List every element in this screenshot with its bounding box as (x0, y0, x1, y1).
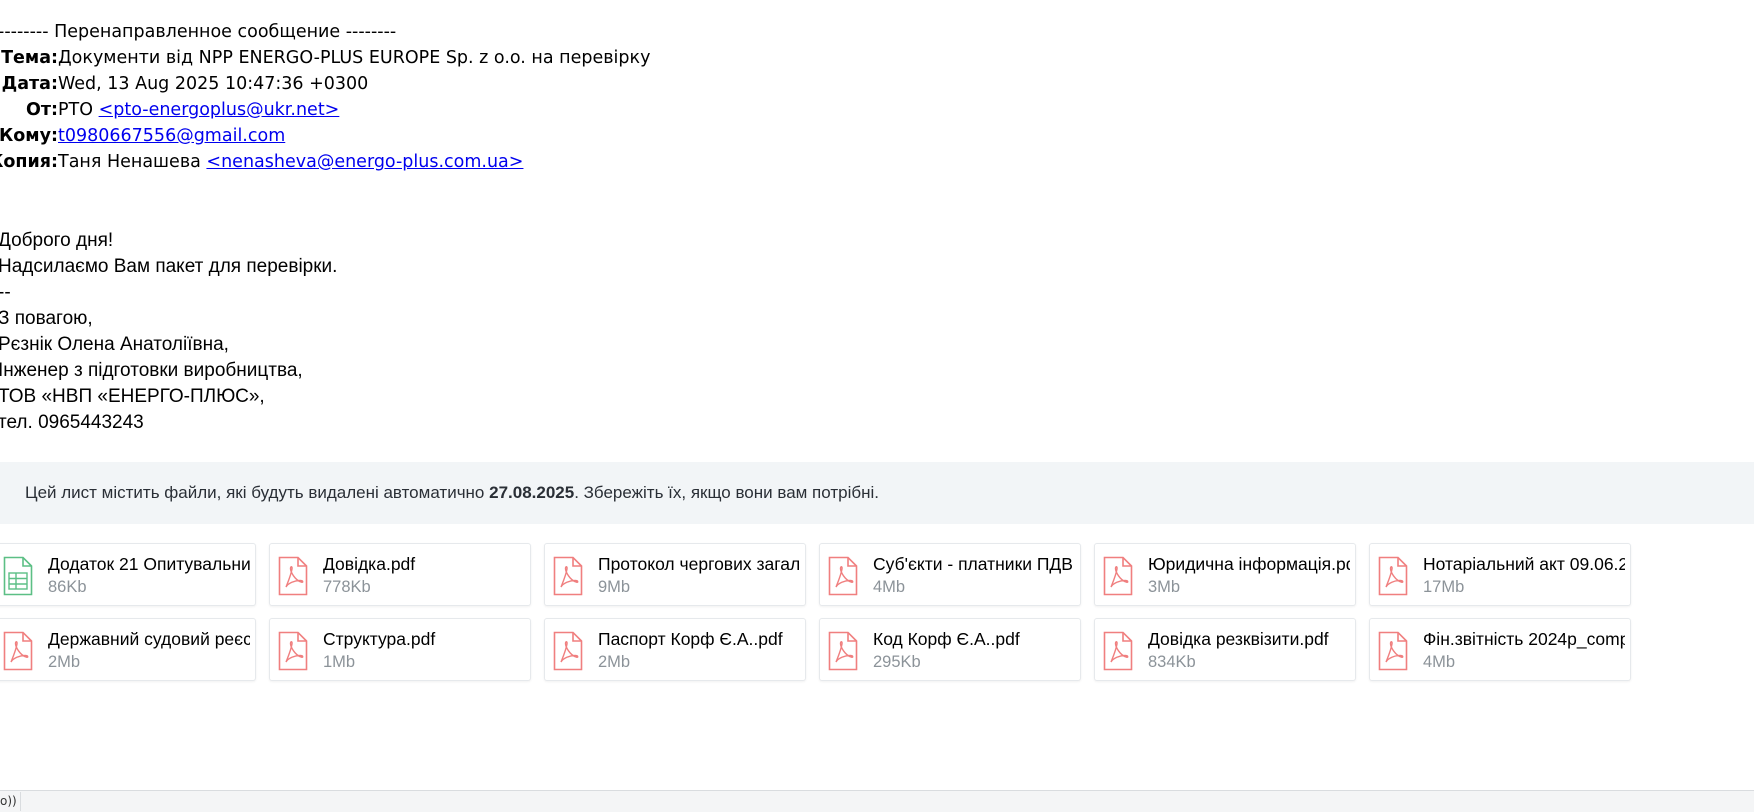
notice-text: Цей лист містить файли, які будуть видал… (25, 462, 879, 524)
attachment-size: 4Mb (1423, 653, 1456, 671)
attachment-card[interactable]: Суб'єкти - платники ПДВ 4Mb (819, 543, 1081, 606)
attachment-card[interactable]: Додаток 21 Опитувальник 86Kb (0, 543, 256, 606)
pdf-file-icon (1378, 631, 1408, 671)
signature-separator: -- (0, 282, 11, 303)
signature-line: З повагою, (0, 308, 93, 329)
notice-expiry-date: 27.08.2025 (489, 483, 575, 502)
attachment-size: 1Mb (323, 653, 356, 671)
date-label: Дата: (1, 74, 58, 94)
attachment-size: 86Kb (48, 578, 87, 596)
attachment-card[interactable]: Фін.звітність 2024р_compressed 4Mb (1369, 618, 1631, 681)
forward-line: -------- Перенаправленное сообщение ----… (0, 22, 397, 42)
from-name: PTO (58, 100, 99, 120)
attachments-expiry-notice: Цей лист містить файли, які будуть видал… (0, 462, 1754, 524)
date-value: Wed, 13 Aug 2025 10:47:36 +0300 (58, 74, 369, 94)
pdf-file-icon (553, 631, 583, 671)
attachment-name: Паспорт Корф Є.А..pdf (598, 629, 783, 649)
pdf-file-icon (1103, 556, 1133, 596)
attachment-name: Суб'єкти - платники ПДВ (873, 554, 1073, 574)
attachment-size: 3Mb (1148, 578, 1181, 596)
attachment-size: 9Mb (598, 578, 631, 596)
attachment-card[interactable]: Нотаріальний акт 09.06.2025 17Mb (1369, 543, 1631, 606)
subject-label: Тема: (1, 48, 58, 68)
pdf-file-icon (828, 631, 858, 671)
from-value: PTO <pto-energoplus@ukr.net> (58, 97, 339, 123)
to-label: Кому: (0, 126, 58, 146)
notice-text-after: . Збережіть їх, якщо вони вам потрібні. (574, 483, 879, 502)
signature-line: Інженер з підготовки виробництва, (0, 360, 303, 381)
cc-email-link[interactable]: <nenasheva@energo-plus.com.ua> (206, 152, 523, 172)
notice-text-before: Цей лист містить файли, які будуть видал… (25, 483, 490, 502)
cc-value: Таня Ненашева <nenasheva@energo-plus.com… (58, 149, 523, 175)
attachment-card[interactable]: Протокол чергових загальних 9Mb (544, 543, 806, 606)
pdf-file-icon (828, 556, 858, 596)
to-email-link[interactable]: t0980667556@gmail.com (58, 126, 285, 146)
pdf-file-icon (3, 631, 33, 671)
attachment-size: 2Mb (598, 653, 631, 671)
pdf-file-icon (1378, 556, 1408, 596)
attachment-card[interactable]: Код Корф Є.А..pdf 295Kb (819, 618, 1081, 681)
attachment-name: Нотаріальний акт 09.06.2025 (1423, 554, 1625, 574)
attachment-size: 295Kb (873, 653, 921, 671)
attachment-size: 17Mb (1423, 578, 1465, 596)
status-bar: o)) (0, 790, 1754, 812)
pdf-file-icon (278, 631, 308, 671)
attachment-card[interactable]: Юридична інформація.pdf 3Mb (1094, 543, 1356, 606)
pdf-file-icon (1103, 631, 1133, 671)
attachment-card[interactable]: Довідка резквізити.pdf 834Kb (1094, 618, 1356, 681)
from-label: От: (25, 100, 58, 120)
attachment-size: 834Kb (1148, 653, 1196, 671)
attachment-name: Державний судовий реєстр (48, 629, 250, 649)
attachment-size: 4Mb (873, 578, 906, 596)
attachment-name: Протокол чергових загальних (598, 554, 800, 574)
attachment-size: 778Kb (323, 578, 371, 596)
to-value: t0980667556@gmail.com (58, 123, 285, 149)
attachment-card[interactable]: Державний судовий реєстр 2Mb (0, 618, 256, 681)
message-line: Надсилаємо Вам пакет для перевірки. (0, 256, 338, 277)
signature-line: ТОВ «НВП «ЕНЕРГО-ПЛЮС», (0, 386, 265, 407)
spreadsheet-file-icon (3, 556, 33, 596)
attachment-card[interactable]: Структура.pdf 1Mb (269, 618, 531, 681)
attachment-name: Довідка.pdf (323, 554, 416, 574)
subject-value: Документи від NPP ENERGO-PLUS EUROPE Sp.… (58, 48, 651, 68)
attachment-name: Довідка резквізити.pdf (1148, 629, 1329, 649)
greeting-line: Доброго дня! (0, 230, 114, 251)
attachment-size: 2Mb (48, 653, 81, 671)
activity-indicator-icon: o)) (0, 792, 21, 811)
pdf-file-icon (278, 556, 308, 596)
attachment-name: Юридична інформація.pdf (1148, 554, 1350, 574)
attachment-card[interactable]: Довідка.pdf 778Kb (269, 543, 531, 606)
message-body: Доброго дня! Надсилаємо Вам пакет для пе… (0, 228, 337, 436)
attachment-name: Фін.звітність 2024р_compressed (1423, 629, 1625, 649)
attachment-name: Додаток 21 Опитувальник (48, 554, 250, 574)
cc-label: Копия: (0, 152, 58, 172)
from-email-link[interactable]: <pto-energoplus@ukr.net> (99, 100, 340, 120)
attachment-name: Код Корф Є.А..pdf (873, 629, 1020, 649)
cc-name: Таня Ненашева (58, 152, 207, 172)
signature-phone: тел. 0965443243 (0, 412, 144, 433)
attachment-name: Структура.pdf (323, 629, 436, 649)
pdf-file-icon (553, 556, 583, 596)
attachment-card[interactable]: Паспорт Корф Є.А..pdf 2Mb (544, 618, 806, 681)
signature-line: Рєзнік Олена Анатоліївна, (0, 334, 229, 355)
